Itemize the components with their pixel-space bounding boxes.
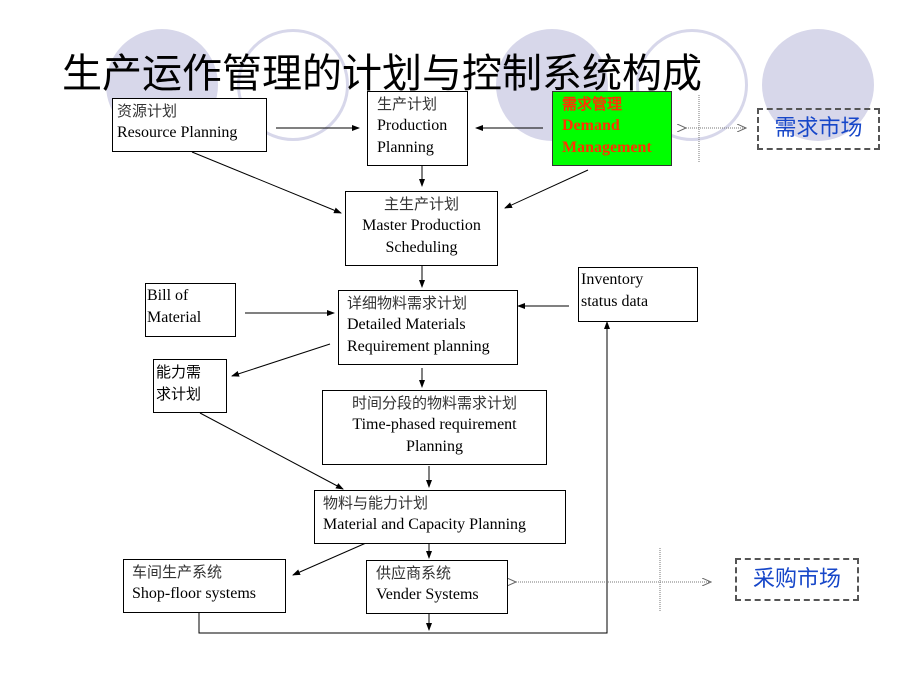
- node-label-zh: 供应商系统: [376, 564, 452, 582]
- node-label-en: Requirement planning: [347, 338, 490, 355]
- node-label-en: Time-phased requirement: [352, 416, 517, 433]
- node-label-en: Management: [562, 139, 652, 156]
- arrow-demand-to-mps: [504, 169, 589, 209]
- node-label-en: Master Production: [362, 217, 481, 234]
- node-label-zh: 求计划: [156, 385, 202, 403]
- node-vender-systems: 供应商系统 Vender Systems: [366, 560, 508, 614]
- arrow-resource-to-mps: [191, 151, 342, 214]
- node-label-en: status data: [581, 293, 649, 310]
- node-label-en: Detailed Materials: [347, 316, 466, 333]
- node-bill-of-material: Bill of Material: [145, 283, 236, 337]
- node-label-en: Inventory: [581, 271, 644, 288]
- node-purchase-market: 采购市场: [735, 558, 859, 601]
- node-label-en: Bill of: [147, 287, 189, 304]
- node-demand-market: 需求市场: [757, 108, 880, 150]
- node-resource-planning: 资源计划 Resource Planning: [112, 98, 267, 152]
- node-label-en: Material: [147, 309, 202, 326]
- node-inventory-status-data: Inventory status data: [578, 267, 698, 322]
- node-label-en: Production: [377, 117, 448, 134]
- node-material-capacity-planning: 物料与能力计划 Material and Capacity Planning: [314, 490, 566, 544]
- node-label-zh: 资源计划: [117, 102, 178, 120]
- node-label-zh: 能力需: [156, 363, 202, 381]
- node-master-production-scheduling: 主生产计划 Master Production Scheduling: [345, 191, 498, 266]
- node-capacity-requirement: 能力需 求计划: [153, 359, 227, 413]
- node-time-phased-planning: 时间分段的物料需求计划 Time-phased requirement Plan…: [322, 390, 547, 465]
- node-label-zh: 主生产计划: [383, 195, 459, 213]
- node-label-zh: 物料与能力计划: [323, 494, 429, 512]
- arrow-mcp-to-shopfloor: [292, 542, 367, 576]
- node-label-en: Resource Planning: [117, 124, 238, 141]
- node-label-zh: 车间生产系统: [132, 563, 223, 581]
- arrow-mrp-to-capacity: [231, 343, 331, 377]
- node-label-en: Material and Capacity Planning: [323, 516, 527, 533]
- node-label-en: Vender Systems: [376, 586, 479, 603]
- node-label-zh: 详细物料需求计划: [347, 294, 468, 312]
- node-label-en: Shop-floor systems: [132, 585, 256, 602]
- node-label-en: Scheduling: [385, 239, 458, 256]
- node-demand-management: 需求管理 Demand Management: [552, 91, 672, 166]
- node-label-zh: 时间分段的物料需求计划: [351, 394, 517, 412]
- node-production-planning: 生产计划 Production Planning: [367, 91, 468, 166]
- node-label-en: Planning: [406, 438, 463, 455]
- node-detailed-mrp: 详细物料需求计划 Detailed Materials Requirement …: [338, 290, 518, 365]
- node-label-zh: 生产计划: [377, 95, 438, 113]
- node-label-zh: 需求管理: [562, 95, 623, 113]
- node-shop-floor-systems: 车间生产系统 Shop-floor systems: [123, 559, 286, 613]
- node-label-en: Demand: [562, 117, 620, 134]
- node-label-en: Planning: [377, 139, 434, 156]
